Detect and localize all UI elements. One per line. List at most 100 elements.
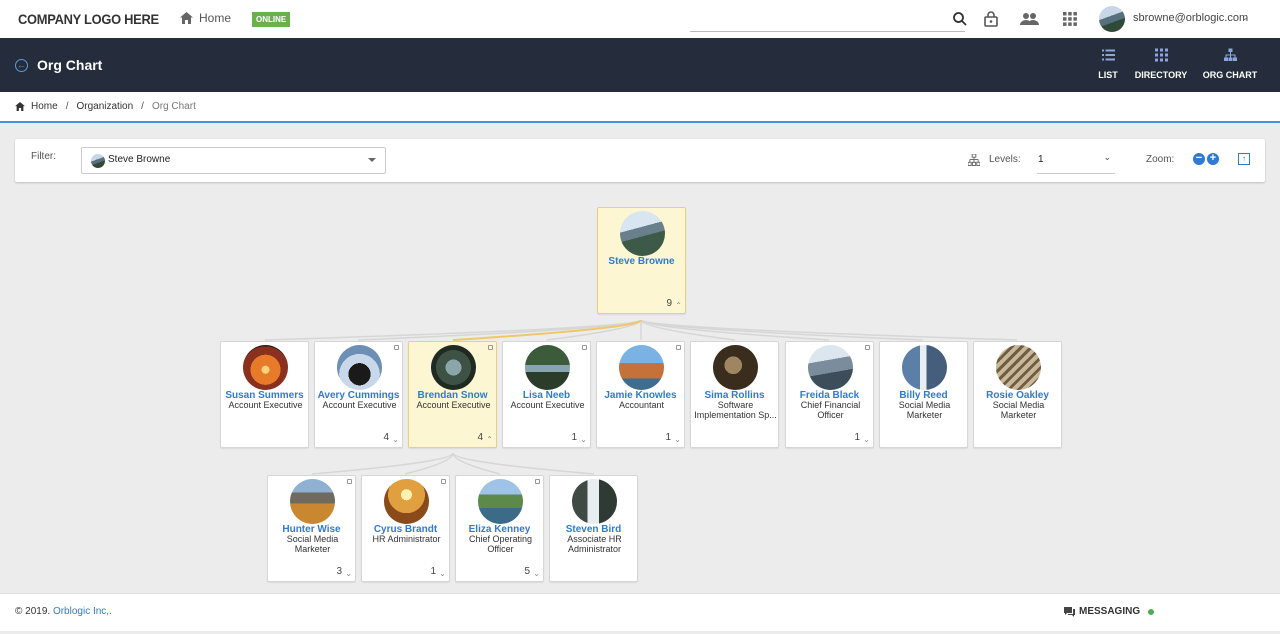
employee-name[interactable]: Freida Black	[786, 390, 873, 401]
org-node[interactable]: Jamie Knowles Accountant 1 ⌄	[596, 341, 685, 448]
employee-name[interactable]: Sima Rollins	[691, 390, 778, 401]
breadcrumb-organization[interactable]: Organization	[76, 101, 133, 112]
home-link[interactable]: Home	[180, 11, 231, 25]
org-node[interactable]: Sima Rollins Software Implementation Sp.…	[690, 341, 779, 448]
employee-title: Account Executive	[322, 401, 397, 410]
org-node[interactable]: Cyrus Brandt HR Administrator 1 ⌄	[361, 475, 450, 582]
connector-line	[640, 319, 736, 341]
org-node[interactable]: Rosie Oakley Social Media Marketer	[973, 341, 1062, 448]
connector-line	[357, 319, 642, 341]
chevron-up-icon[interactable]: ⌃	[486, 435, 493, 444]
chevron-down-icon[interactable]: ⌄	[345, 569, 352, 578]
messaging-button[interactable]: MESSAGING	[1064, 606, 1155, 617]
home-icon	[180, 12, 193, 24]
report-count: 3	[336, 566, 342, 577]
chevron-down-icon[interactable]: ⌄	[533, 569, 540, 578]
org-node[interactable]: Avery Cummings Account Executive 4 ⌄	[314, 341, 403, 448]
employee-name[interactable]: Steve Browne	[598, 256, 685, 267]
company-logo[interactable]: COMPANY LOGO HERE	[18, 11, 159, 27]
org-node[interactable]: Billy Reed Social Media Marketer	[879, 341, 968, 448]
levels-select[interactable]: 1 ⌄	[1037, 147, 1115, 174]
avatar	[619, 345, 664, 390]
employee-name[interactable]: Cyrus Brandt	[362, 524, 449, 535]
back-arrow-icon[interactable]: ←	[15, 59, 28, 72]
avatar	[902, 345, 947, 390]
levels-value: 1	[1038, 154, 1044, 165]
note-icon[interactable]	[582, 345, 587, 350]
view-directory-label: DIRECTORY	[1134, 70, 1188, 80]
employee-name[interactable]: Jamie Knowles	[597, 390, 684, 401]
chevron-down-icon[interactable]: ⌄	[580, 435, 587, 444]
search-icon[interactable]	[952, 11, 968, 27]
employee-name[interactable]: Hunter Wise	[268, 524, 355, 535]
employee-name[interactable]: Lisa Neeb	[503, 390, 590, 401]
org-node[interactable]: Lisa Neeb Account Executive 1 ⌄	[502, 341, 591, 448]
note-icon[interactable]	[535, 479, 540, 484]
employee-name[interactable]: Steven Bird	[550, 524, 637, 535]
employee-name[interactable]: Susan Summers	[221, 390, 308, 401]
note-icon[interactable]	[441, 479, 446, 484]
view-directory-button[interactable]: DIRECTORY	[1134, 48, 1188, 84]
connector-line	[311, 452, 454, 475]
employee-name[interactable]: Billy Reed	[880, 390, 967, 401]
user-avatar[interactable]	[1099, 6, 1125, 32]
people-icon[interactable]	[1020, 11, 1039, 27]
avatar	[478, 479, 523, 524]
user-email[interactable]: sbrowne@orblogic.com	[1133, 12, 1248, 24]
chevron-down-icon[interactable]: ⌄	[392, 435, 399, 444]
chevron-up-icon[interactable]: ⌃	[675, 301, 682, 310]
employee-title: Account Executive	[510, 401, 585, 410]
avatar	[243, 345, 288, 390]
employee-title: Account Executive	[416, 401, 491, 410]
chevron-down-icon[interactable]: ⌄	[674, 435, 681, 444]
breadcrumb: Home / Organization / Org Chart	[0, 92, 1280, 123]
org-node[interactable]: Freida Black Chief Financial Officer 1 ⌄	[785, 341, 874, 448]
search-input[interactable]	[690, 31, 965, 32]
employee-title: Account Executive	[228, 401, 303, 410]
home-label: Home	[199, 11, 232, 25]
note-icon[interactable]	[865, 345, 870, 350]
note-icon[interactable]	[488, 345, 493, 350]
lock-icon[interactable]	[983, 11, 999, 27]
chevron-down-icon[interactable]: ⌄	[439, 569, 446, 578]
org-node-root[interactable]: Steve Browne 9 ⌃	[597, 207, 686, 314]
employee-title: Chief Financial Officer	[800, 401, 861, 420]
report-count: 1	[571, 432, 577, 443]
org-node-selected[interactable]: Brendan Snow Account Executive 4 ⌃	[408, 341, 497, 448]
employee-name[interactable]: Rosie Oakley	[974, 390, 1061, 401]
employee-title: Chief Operating Officer	[468, 535, 533, 554]
employee-name[interactable]: Eliza Kenney	[456, 524, 543, 535]
fit-to-screen-icon[interactable]: ↑	[1238, 153, 1250, 165]
apps-grid-icon[interactable]	[1062, 11, 1078, 27]
avatar	[337, 345, 382, 390]
footer: © 2019. Orblogic Inc,. MESSAGING	[0, 593, 1280, 631]
employee-title: Accountant	[618, 401, 665, 410]
employee-name[interactable]: Brendan Snow	[409, 390, 496, 401]
org-node[interactable]: Hunter Wise Social Media Marketer 3 ⌄	[267, 475, 356, 582]
list-icon	[1101, 49, 1115, 61]
zoom-out-button[interactable]: −	[1193, 153, 1205, 165]
note-icon[interactable]	[347, 479, 352, 484]
company-link[interactable]: Orblogic Inc,.	[53, 606, 112, 617]
view-org-chart-button[interactable]: ORG CHART	[1202, 48, 1258, 84]
view-list-button[interactable]: LIST	[1096, 48, 1120, 84]
org-node[interactable]: Steven Bird Associate HR Administrator	[549, 475, 638, 582]
copyright: © 2019. Orblogic Inc,.	[15, 606, 112, 617]
note-icon[interactable]	[676, 345, 681, 350]
note-icon[interactable]	[394, 345, 399, 350]
zoom-in-button[interactable]: +	[1207, 153, 1219, 165]
connector-line-highlighted	[452, 319, 642, 341]
chevron-down-icon[interactable]: ⌄	[1241, 12, 1249, 23]
report-count: 4	[383, 432, 389, 443]
avatar	[713, 345, 758, 390]
employee-name[interactable]: Avery Cummings	[315, 390, 402, 401]
filter-select[interactable]: Steve Browne	[81, 147, 386, 174]
org-chart-canvas[interactable]: Steve Browne 9 ⌃ Susan Summers Account E…	[0, 190, 1280, 590]
caret-down-icon	[368, 158, 376, 162]
report-count: 5	[524, 566, 530, 577]
chevron-down-icon[interactable]: ⌄	[863, 435, 870, 444]
breadcrumb-home[interactable]: Home	[31, 101, 58, 112]
org-node[interactable]: Susan Summers Account Executive	[220, 341, 309, 448]
org-node[interactable]: Eliza Kenney Chief Operating Officer 5 ⌄	[455, 475, 544, 582]
avatar	[384, 479, 429, 524]
